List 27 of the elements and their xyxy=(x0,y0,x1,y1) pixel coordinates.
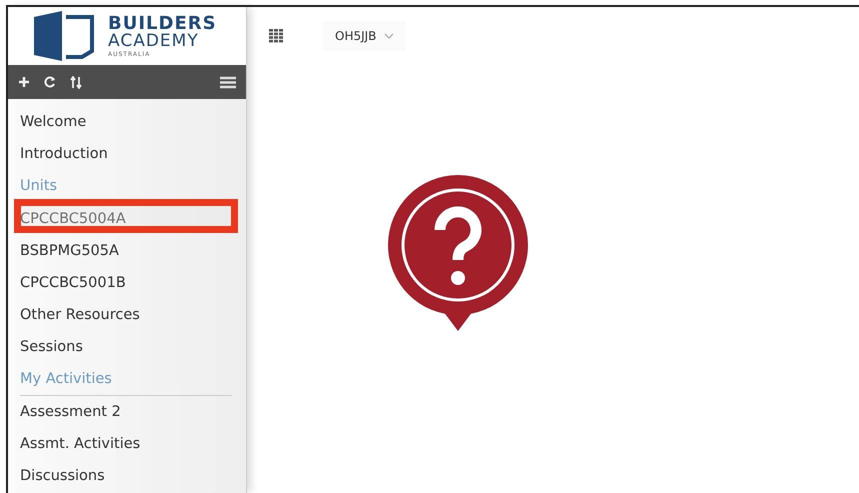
refresh-button[interactable] xyxy=(44,76,56,88)
refresh-icon xyxy=(44,76,56,88)
sidebar-item[interactable]: Sessions xyxy=(20,339,83,355)
sidebar-item[interactable]: CPCCBC5004A xyxy=(20,211,126,227)
sidebar-item[interactable]: Other Resources xyxy=(20,307,140,323)
course-dropdown[interactable]: OH5JJB xyxy=(323,21,406,51)
sidebar-item[interactable]: BSBPMG505A xyxy=(20,243,119,259)
section-header: Units xyxy=(20,178,58,194)
plus-icon xyxy=(18,76,30,88)
apps-grid-icon[interactable] xyxy=(269,29,283,43)
sort-button[interactable] xyxy=(70,76,82,88)
section-header: My Activities xyxy=(20,371,112,387)
sidebar-item[interactable]: Discussions xyxy=(20,468,105,484)
menu-button[interactable] xyxy=(220,76,236,88)
menu-icon xyxy=(220,76,236,88)
sidebar-item[interactable]: Assmt. Activities xyxy=(20,436,140,452)
logo-title: BUILDERS xyxy=(108,14,217,32)
sidebar-item[interactable]: Assessment 2 xyxy=(20,404,121,420)
sidebar-item[interactable]: CPCCBC5001B xyxy=(20,275,126,291)
help-pin-icon xyxy=(385,175,531,331)
logo-subtitle: ACADEMY xyxy=(108,32,200,50)
logo-icon xyxy=(32,11,96,61)
plus-button[interactable] xyxy=(18,76,30,88)
sidebar-item[interactable]: Introduction xyxy=(20,146,108,162)
chevron-icon xyxy=(384,33,394,39)
sidebar-item[interactable]: Welcome xyxy=(20,114,86,130)
sort-icon xyxy=(70,76,82,88)
